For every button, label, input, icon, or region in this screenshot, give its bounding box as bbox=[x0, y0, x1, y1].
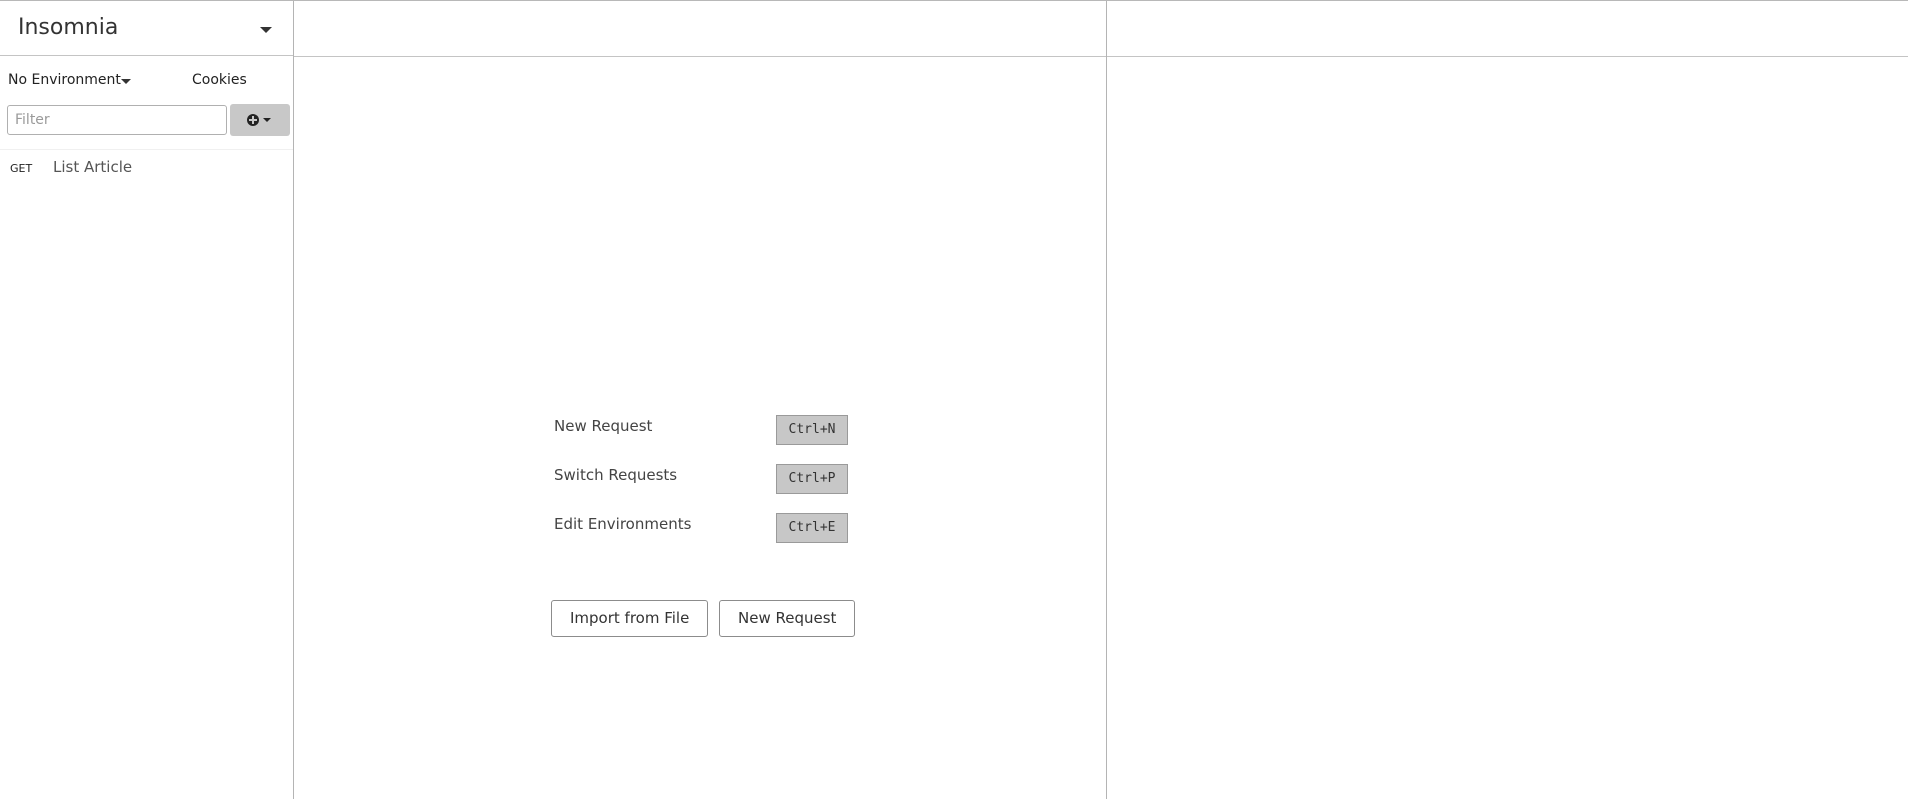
request-method-badge: GET bbox=[10, 162, 33, 175]
cookies-button[interactable]: Cookies bbox=[192, 71, 247, 89]
keyboard-shortcut: Ctrl+E bbox=[776, 513, 848, 543]
workspace-dropdown[interactable]: Insomnia bbox=[0, 1, 293, 56]
import-from-file-button[interactable]: Import from File bbox=[551, 600, 709, 637]
workspace-title[interactable]: Insomnia bbox=[18, 15, 118, 41]
add-request-button[interactable] bbox=[230, 104, 290, 136]
shortcut-row-switch-requests: Switch Requests Ctrl+P bbox=[554, 464, 854, 496]
keyboard-shortcut: Ctrl+N bbox=[776, 415, 848, 445]
environment-dropdown[interactable]: No Environment bbox=[8, 71, 121, 89]
shortcut-label: New Request bbox=[554, 417, 653, 435]
response-pane-header bbox=[1107, 1, 1908, 57]
sidebar: Insomnia No Environment Cookies GET List… bbox=[0, 1, 294, 799]
filter-input[interactable] bbox=[7, 105, 227, 135]
keyboard-shortcut: Ctrl+P bbox=[776, 464, 848, 494]
list-item[interactable]: GET List Article bbox=[0, 150, 293, 186]
request-pane bbox=[294, 1, 1107, 799]
shortcut-label: Edit Environments bbox=[554, 515, 692, 533]
caret-down-icon[interactable] bbox=[260, 27, 272, 33]
new-request-button[interactable]: New Request bbox=[719, 600, 856, 637]
request-pane-header bbox=[294, 1, 1106, 57]
shortcut-row-edit-environments: Edit Environments Ctrl+E bbox=[554, 513, 854, 545]
environment-row: No Environment Cookies bbox=[0, 71, 293, 91]
request-list: GET List Article bbox=[0, 149, 293, 186]
shortcut-row-new-request: New Request Ctrl+N bbox=[554, 415, 854, 447]
shortcut-label: Switch Requests bbox=[554, 466, 678, 484]
insomnia-app: Insomnia No Environment Cookies GET List… bbox=[0, 0, 1908, 799]
response-pane bbox=[1107, 1, 1908, 799]
caret-down-icon[interactable] bbox=[121, 79, 131, 84]
request-name[interactable]: List Article bbox=[53, 158, 132, 176]
